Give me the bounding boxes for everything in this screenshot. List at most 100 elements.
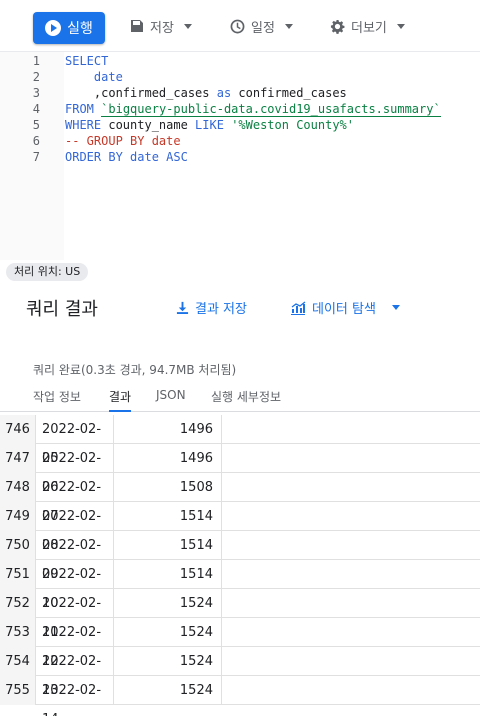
date-cell: 2022-02-14 (36, 676, 114, 716)
chevron-down-icon (284, 23, 293, 29)
line-number: 4 (32, 102, 40, 116)
code-line: 1 SELECT (0, 53, 480, 69)
table-row[interactable]: 749 2022-02-08 1514 (0, 502, 480, 553)
line-number: 5 (32, 118, 40, 132)
code-text: ORDER BY date ASC (65, 149, 188, 165)
line-number: 1 (32, 54, 40, 68)
code-token: ,confirmed_cases (65, 86, 217, 100)
run-button-label: 실행 (67, 21, 93, 37)
more-button[interactable]: 더보기 (330, 14, 405, 38)
date-cell: 2022-02-07 (36, 473, 114, 524)
confirmed-cases-cell: 1496 (114, 415, 222, 444)
code-token: date (65, 70, 123, 84)
chevron-down-icon (183, 23, 192, 29)
code-token: WHERE (65, 118, 102, 132)
code-token: SELECT (65, 54, 109, 68)
chevron-down-icon (396, 23, 405, 29)
code-line: 3 ,confirmed_cases as confirmed_cases (0, 85, 480, 101)
row-number: 751 (0, 560, 36, 589)
row-number: 747 (0, 444, 36, 473)
processing-location-chip: 처리 위치: US (6, 263, 89, 281)
code-text: -- GROUP BY date (65, 133, 181, 149)
query-status: 쿼리 완료(0.3초 경과, 94.7MB 처리됨) (33, 363, 237, 377)
row-number: 754 (0, 647, 36, 676)
code-token: LIKE (195, 118, 224, 132)
code-text: WHERE county_name LIKE '%Weston County%' (65, 117, 354, 133)
explore-data-button[interactable]: 데이터 탐색 (290, 298, 400, 317)
date-cell: 2022-02-08 (36, 502, 114, 553)
table-row[interactable]: 751 2022-02-10 1514 (0, 560, 480, 611)
line-number: 7 (32, 150, 40, 164)
confirmed-cases-cell: 1508 (114, 473, 222, 502)
row-number: 750 (0, 531, 36, 560)
schedule-label: 일정 (251, 20, 275, 36)
clock-icon (230, 19, 245, 33)
save-results-label: 결과 저장 (195, 302, 247, 317)
confirmed-cases-cell: 1514 (114, 502, 222, 531)
code-text: SELECT (65, 53, 108, 69)
results-header: 쿼리 결과 결과 저장 데이터 탐색 (0, 285, 480, 329)
date-cell: 2022-02-06 (36, 444, 114, 495)
table-row[interactable]: 746 2022-02-05 1496 (0, 415, 480, 466)
date-cell: 2022-02-10 (36, 560, 114, 611)
date-cell: 2022-02-12 (36, 618, 114, 669)
code-token: ORDER BY date ASC (65, 150, 188, 164)
code-token: '%Weston County%' (231, 118, 355, 132)
tab-execution-details[interactable]: 실행 세부정보 (211, 388, 281, 412)
tab-job-info[interactable]: 작업 정보 (33, 388, 81, 412)
row-number: 749 (0, 502, 36, 531)
table-row[interactable]: 747 2022-02-06 1496 (0, 444, 480, 495)
confirmed-cases-cell: 1524 (114, 589, 222, 618)
confirmed-cases-cell: 1514 (114, 560, 222, 589)
more-label: 더보기 (351, 20, 387, 36)
date-cell: 2022-02-05 (36, 415, 114, 466)
results-tabs: 작업 정보 결과 JSON 실행 세부정보 (0, 384, 480, 412)
table-row[interactable]: 748 2022-02-07 1508 (0, 473, 480, 524)
confirmed-cases-cell: 1496 (114, 444, 222, 473)
date-cell: 2022-02-11 (36, 589, 114, 640)
row-number: 746 (0, 415, 36, 444)
code-line: 4 FROM `bigquery-public-data.covid19_usaf… (0, 101, 480, 117)
run-button[interactable]: 실행 (33, 12, 105, 44)
code-token: -- GROUP BY date (65, 134, 181, 148)
gear-icon (330, 19, 345, 34)
save-label: 저장 (150, 20, 174, 36)
row-number: 755 (0, 676, 36, 705)
row-number: 753 (0, 618, 36, 647)
code-token: county_name (101, 118, 196, 132)
download-icon (176, 301, 189, 314)
line-number: 3 (32, 86, 40, 100)
table-row[interactable]: 752 2022-02-11 1524 (0, 589, 480, 640)
query-editor[interactable]: 1 SELECT 2 date 3 ,confirmed_cases as confi… (0, 52, 480, 260)
code-line: 7 ORDER BY date ASC (0, 149, 480, 165)
table-row[interactable]: 753 2022-02-12 1524 (0, 618, 480, 669)
code-line: 2 date (0, 69, 480, 85)
table-row[interactable]: 7552022-02-141524 (0, 676, 480, 716)
confirmed-cases-cell: 1524 (114, 647, 222, 676)
save-button[interactable]: 저장 (130, 14, 192, 38)
table-row[interactable]: 754 2022-02-13 1524 (0, 647, 480, 698)
play-icon (45, 20, 62, 36)
confirmed-cases-cell: 1524 (114, 618, 222, 647)
save-results-button[interactable]: 결과 저장 (176, 298, 247, 317)
results-title: 쿼리 결과 (26, 299, 98, 320)
code-text: date (65, 69, 123, 85)
line-number: 6 (32, 134, 40, 148)
code-line: 5 WHERE county_name LIKE '%Weston County%… (0, 117, 480, 133)
date-cell: 2022-02-13 (36, 647, 114, 698)
row-number: 748 (0, 473, 36, 502)
code-text: ,confirmed_cases as confirmed_cases (65, 85, 347, 101)
confirmed-cases-cell: 1524 (114, 676, 222, 705)
table-row[interactable]: 750 2022-02-09 1514 (0, 531, 480, 582)
date-cell: 2022-02-09 (36, 531, 114, 582)
tab-json[interactable]: JSON (156, 388, 186, 412)
tab-results[interactable]: 결과 (109, 388, 132, 412)
code-token: as (216, 86, 232, 100)
line-number: 2 (32, 70, 40, 84)
chart-icon (291, 300, 306, 315)
schedule-button[interactable]: 일정 (230, 14, 293, 38)
code-token: `bigquery-public-data.covid19_usafacts.s… (101, 102, 441, 117)
row-number: 752 (0, 589, 36, 618)
explore-data-label: 데이터 탐색 (312, 302, 376, 317)
code-token: FROM (65, 102, 94, 116)
